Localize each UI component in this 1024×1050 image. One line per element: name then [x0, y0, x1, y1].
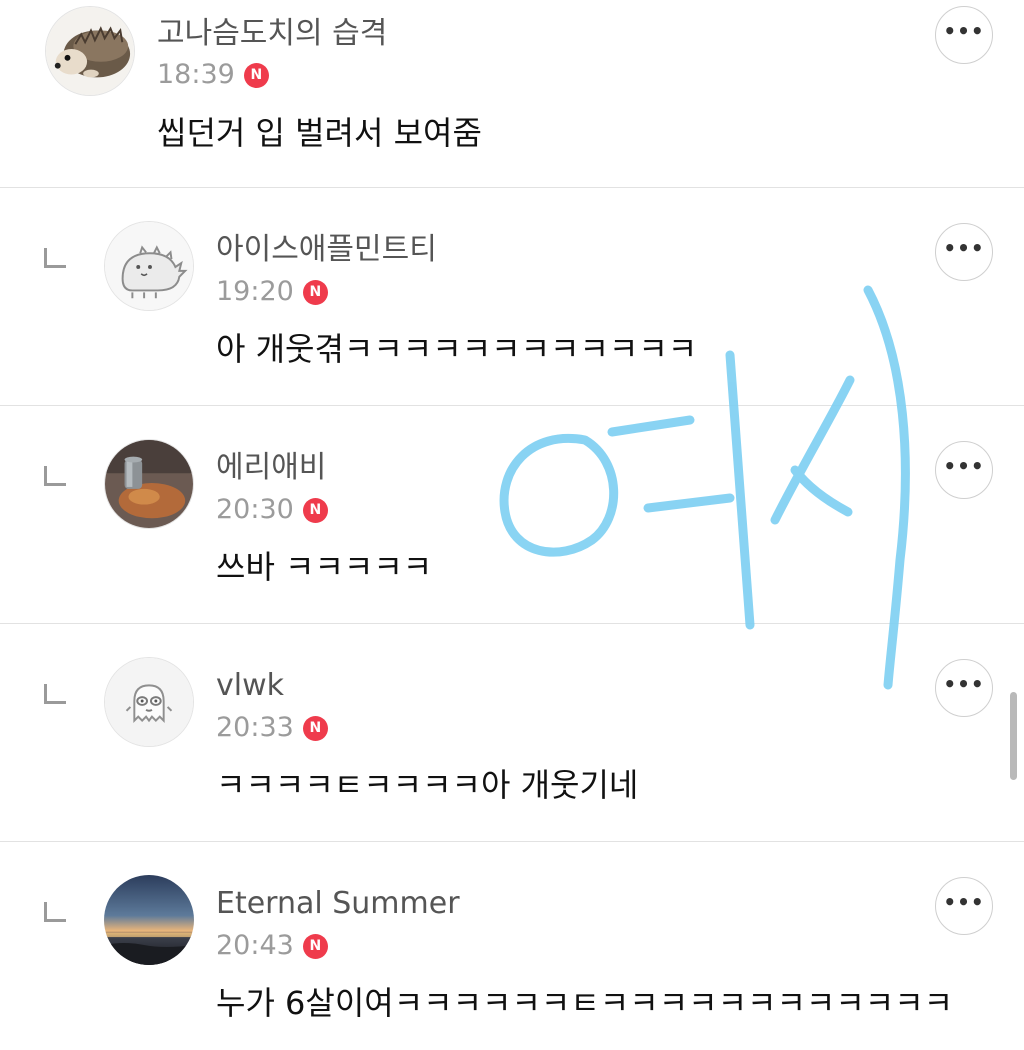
comment-time: 20:43 [216, 930, 294, 961]
reply-item: vlwk 20:33 N ㅋㅋㅋㅋㅌㅋㅋㅋㅋ아 개웃기네 ••• [0, 624, 1024, 842]
reply-arrow-icon [44, 902, 66, 922]
default-character-avatar[interactable] [104, 657, 194, 747]
more-options-button[interactable]: ••• [935, 441, 993, 499]
photo-avatar[interactable] [104, 439, 194, 529]
comment-author[interactable]: 고나슴도치의 습격 [157, 16, 387, 52]
dinosaur-sticker-avatar[interactable] [104, 221, 194, 311]
new-badge: N [302, 497, 328, 523]
new-badge: N [302, 279, 328, 305]
comment-time: 18:39 [157, 59, 235, 90]
comment-meta: 20:43 N [216, 929, 328, 963]
comment-meta: 19:20 N [216, 275, 328, 309]
comment-text: ㅋㅋㅋㅋㅌㅋㅋㅋㅋ아 개웃기네 [216, 766, 639, 804]
comment-time: 20:33 [216, 712, 294, 743]
comment-text: 씹던거 입 벌려서 보여줌 [157, 114, 482, 152]
comment-meta: 20:33 N [216, 711, 328, 745]
reply-arrow-icon [44, 466, 66, 486]
reply-item: Eternal Summer 20:43 N 누가 6살이여ㅋㅋㅋㅋㅋㅋㅌㅋㅋㅋ… [0, 842, 1024, 1050]
comment-author[interactable]: 에리애비 [216, 450, 326, 486]
comment-author[interactable]: Eternal Summer [216, 886, 460, 922]
comment-list: 고나슴도치의 습격 18:39 N 씹던거 입 벌려서 보여줌 ••• 아이스애… [0, 0, 1024, 1050]
comment-item: 고나슴도치의 습격 18:39 N 씹던거 입 벌려서 보여줌 ••• [0, 0, 1024, 188]
more-options-button[interactable]: ••• [935, 659, 993, 717]
more-options-button[interactable]: ••• [935, 223, 993, 281]
comment-time: 20:30 [216, 494, 294, 525]
comment-text: 누가 6살이여ㅋㅋㅋㅋㅋㅋㅌㅋㅋㅋㅋㅋㅋㅋㅋㅋㅋㅋㅋ [216, 984, 954, 1022]
new-badge: N [302, 715, 328, 741]
more-options-button[interactable]: ••• [935, 6, 993, 64]
scrollbar-thumb[interactable] [1010, 692, 1017, 780]
reply-arrow-icon [44, 684, 66, 704]
more-options-button[interactable]: ••• [935, 877, 993, 935]
comment-meta: 18:39 N [157, 58, 269, 92]
comment-meta: 20:30 N [216, 493, 328, 527]
comment-author[interactable]: 아이스애플민트티 [216, 232, 437, 268]
new-badge: N [243, 62, 269, 88]
reply-item: 에리애비 20:30 N 쓰바 ㅋㅋㅋㅋㅋ ••• [0, 406, 1024, 624]
sunset-avatar[interactable] [104, 875, 194, 965]
comment-text: 쓰바 ㅋㅋㅋㅋㅋ [216, 548, 433, 586]
comment-text: 아 개웃겪ㅋㅋㅋㅋㅋㅋㅋㅋㅋㅋㅋㅋ [216, 330, 698, 368]
new-badge: N [302, 933, 328, 959]
reply-arrow-icon [44, 248, 66, 268]
comment-author[interactable]: vlwk [216, 668, 284, 704]
hedgehog-avatar[interactable] [45, 6, 135, 96]
comment-time: 19:20 [216, 276, 294, 307]
reply-item: 아이스애플민트티 19:20 N 아 개웃겪ㅋㅋㅋㅋㅋㅋㅋㅋㅋㅋㅋㅋ ••• [0, 188, 1024, 406]
